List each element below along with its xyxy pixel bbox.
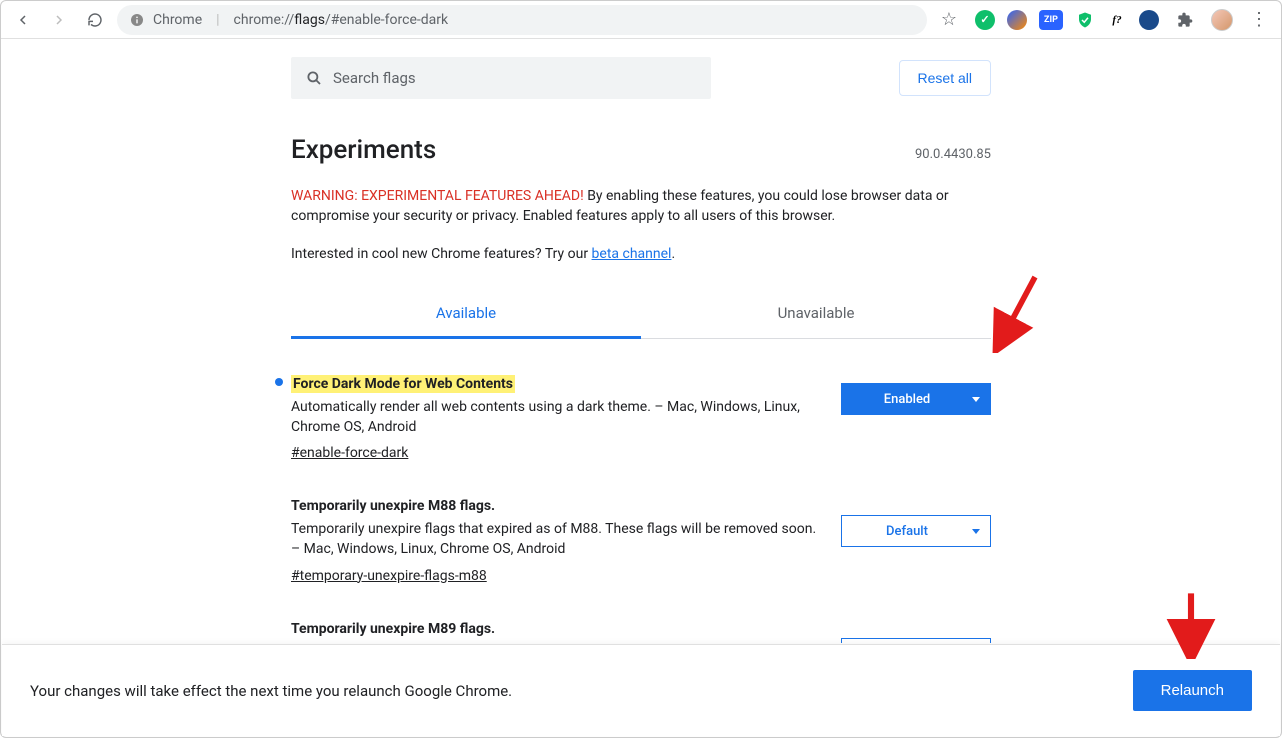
tab-unavailable[interactable]: Unavailable [641,290,991,338]
tabs: Available Unavailable [291,290,991,339]
browser-toolbar: Chrome | chrome://flags/#enable-force-da… [1,1,1281,39]
extension-icon[interactable] [1139,10,1159,30]
flag-row: Temporarily unexpire M89 flags. Temporar… [291,618,991,643]
flag-select[interactable]: Default [841,638,991,643]
flag-anchor-link[interactable]: #enable-force-dark [291,445,408,461]
top-controls: Search flags Reset all [291,49,991,107]
search-placeholder: Search flags [333,69,416,87]
extension-icon[interactable]: f? [1107,10,1127,30]
interested-prefix: Interested in cool new Chrome features? … [291,246,592,262]
beta-prompt: Interested in cool new Chrome features? … [291,246,991,262]
back-button[interactable] [9,6,37,34]
flag-select[interactable]: Enabled [841,383,991,415]
forward-button[interactable] [45,6,73,34]
divider: | [216,12,219,28]
search-icon [305,69,323,87]
bookmark-star-icon[interactable]: ☆ [935,6,963,34]
warning-red: WARNING: EXPERIMENTAL FEATURES AHEAD! [291,188,584,204]
toolbar-actions: ☆ ✓ ZIP f? ⋮ [935,6,1273,34]
extension-icon[interactable] [1007,10,1027,30]
flag-select-value: Enabled [884,392,931,407]
extension-icon[interactable]: ✓ [975,10,995,30]
tab-available[interactable]: Available [291,290,641,339]
flag-select-value: Default [886,524,928,539]
page-title: Experiments [291,135,991,165]
flag-select[interactable]: Default [841,515,991,547]
extension-icon[interactable] [1075,10,1095,30]
url-host: chrome:// [234,12,295,28]
page-content: Search flags Reset all Experiments 90.0.… [1,39,1281,643]
relaunch-button[interactable]: Relaunch [1133,670,1252,711]
flag-description: Temporarily unexpire flags that expired … [291,520,817,559]
reload-button[interactable] [81,6,109,34]
url-path-rest: /#enable-force-dark [325,12,448,28]
flag-description: Automatically render all web contents us… [291,398,817,437]
chrome-menu-icon[interactable]: ⋮ [1245,6,1273,34]
warning-text: WARNING: EXPERIMENTAL FEATURES AHEAD! By… [291,187,991,226]
url-path-strong: flags [294,12,325,28]
version-label: 90.0.4430.85 [915,147,991,162]
interested-suffix: . [671,246,675,262]
flag-title: Force Dark Mode for Web Contents [291,375,515,393]
modified-indicator-icon [275,378,283,386]
site-info-icon[interactable] [129,12,145,28]
beta-channel-link[interactable]: beta channel [592,246,672,262]
flag-title: Temporarily unexpire M88 flags. [291,498,495,514]
flag-title: Temporarily unexpire M89 flags. [291,621,495,637]
omnibox[interactable]: Chrome | chrome://flags/#enable-force-da… [117,5,927,35]
profile-avatar[interactable] [1211,9,1233,31]
relaunch-bar: Your changes will take effect the next t… [2,644,1280,736]
flag-row: Force Dark Mode for Web Contents Automat… [291,373,991,461]
reset-all-button[interactable]: Reset all [899,60,991,96]
search-input[interactable]: Search flags [291,57,711,99]
relaunch-message: Your changes will take effect the next t… [30,682,512,700]
extensions-menu-icon[interactable] [1171,6,1199,34]
flag-anchor-link[interactable]: #temporary-unexpire-flags-m88 [291,568,487,584]
chevron-down-icon [972,529,980,534]
extension-icon[interactable]: ZIP [1039,10,1063,30]
chevron-down-icon [972,397,980,402]
url-scheme: Chrome [153,12,202,28]
flag-row: Temporarily unexpire M88 flags. Temporar… [291,495,991,583]
